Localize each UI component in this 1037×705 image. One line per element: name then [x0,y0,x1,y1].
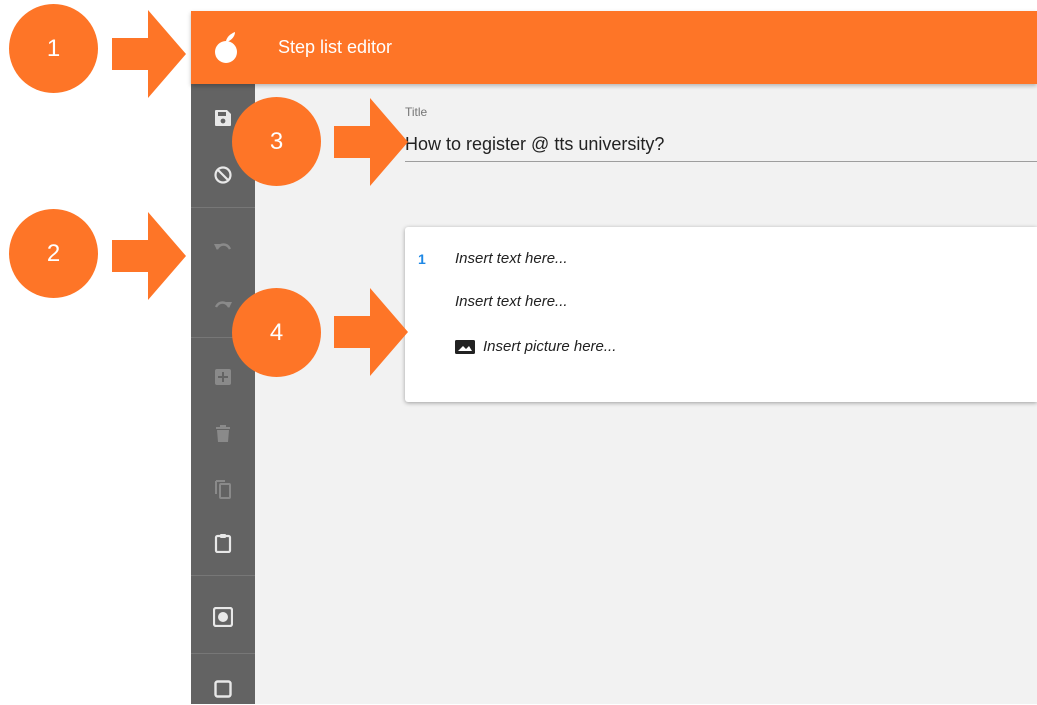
insert-picture-label: Insert picture here... [483,338,617,355]
toolbar-divider [191,207,255,208]
step-text-placeholder[interactable]: Insert text here... [455,250,568,267]
step-number: 1 [418,251,426,267]
insert-picture-button[interactable]: Insert picture here... [455,338,616,355]
callout-badge: 4 [232,288,321,377]
record-icon [213,607,233,627]
copy-button[interactable] [207,473,239,505]
callout-badge: 2 [9,209,98,298]
callout-badge: 3 [232,97,321,186]
redo-icon [214,301,232,308]
cancel-icon [214,166,232,184]
checkbox-icon [214,680,232,698]
callout-badge: 1 [9,4,98,93]
title-input-value: How to register @ tts university? [405,134,665,154]
delete-button[interactable] [207,418,239,450]
toolbar-sidebar [191,84,255,704]
paste-icon [214,534,232,553]
paste-button[interactable] [207,527,239,559]
callout-arrow-icon [112,212,186,300]
step-text-placeholder[interactable]: Insert text here... [455,293,568,310]
undo-button[interactable] [207,231,239,263]
callout-arrow-icon [112,10,186,98]
callout-arrow-icon [334,288,408,376]
toolbar-divider [191,653,255,654]
title-field-label: Title [405,105,428,119]
callout-arrow-icon [334,98,408,186]
add-step-icon [215,369,231,385]
image-icon [455,339,475,354]
app-title: Step list editor [278,37,393,57]
step-card[interactable]: 1 Insert text here... Insert text here..… [405,227,1037,402]
checkbox-button[interactable] [207,673,239,705]
delete-icon [216,425,230,442]
orange-logo-icon [215,32,237,63]
save-icon [215,110,231,126]
undo-icon [214,243,232,250]
app-header: Step list editor [191,11,1037,84]
cancel-button[interactable] [207,159,239,191]
copy-icon [215,480,231,499]
title-input[interactable]: How to register @ tts university? [405,131,1037,162]
record-button[interactable] [207,601,239,633]
add-step-button[interactable] [207,361,239,393]
toolbar-divider [191,575,255,576]
